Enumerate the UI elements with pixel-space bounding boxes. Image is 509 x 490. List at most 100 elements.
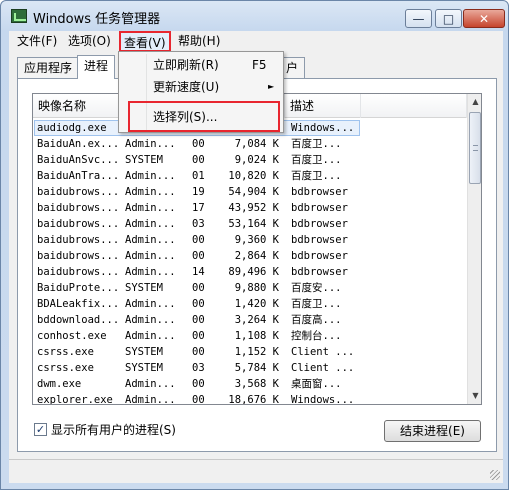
column-image-name[interactable]: 映像名称 xyxy=(33,94,120,118)
process-name: csrss.exe xyxy=(37,346,94,358)
process-cpu: 00 xyxy=(192,394,205,405)
process-cpu: 03 xyxy=(192,362,205,374)
process-name: BaiduAn.ex... xyxy=(37,138,120,150)
process-memory: 18,676 K xyxy=(228,394,279,405)
process-user: Admin... xyxy=(125,218,176,230)
process-name: audiodg.exe xyxy=(37,122,107,134)
menu-view[interactable]: 查看(V) xyxy=(119,31,171,52)
process-cpu: 00 xyxy=(192,250,205,262)
menu-help[interactable]: 帮助(H) xyxy=(174,33,224,50)
table-row[interactable]: explorer.exe Admin... 00 18,676 K Windows... xyxy=(33,392,467,405)
table-row[interactable]: baidubrows... Admin... 03 53,164 K bdbrowser xyxy=(33,216,467,232)
update-speed-label: 更新速度(U) xyxy=(153,80,220,94)
scroll-thumb[interactable] xyxy=(469,112,481,184)
tab-applications[interactable]: 应用程序 xyxy=(17,57,80,78)
table-row[interactable]: bddownload... Admin... 00 3,264 K 百度高... xyxy=(33,312,467,328)
process-cpu: 00 xyxy=(192,346,205,358)
process-user: Admin... xyxy=(125,170,176,182)
process-name: explorer.exe xyxy=(37,394,113,405)
menu-options[interactable]: 选项(O) xyxy=(64,33,115,50)
table-row[interactable]: BaiduAn.ex... Admin... 00 7,084 K 百度卫... xyxy=(33,136,467,152)
process-user: Admin... xyxy=(125,266,176,278)
process-name: baidubrows... xyxy=(37,266,120,278)
process-name: bddownload... xyxy=(37,314,120,326)
process-memory: 10,820 K xyxy=(228,170,279,182)
process-description: 百度卫... xyxy=(291,154,342,166)
table-row[interactable]: baidubrows... Admin... 00 2,864 K bdbrowser xyxy=(33,248,467,264)
show-all-users-checkbox[interactable]: ✓ 显示所有用户的进程(S) xyxy=(34,421,176,437)
maximize-button[interactable]: □ xyxy=(435,9,462,28)
process-user: SYSTEM xyxy=(125,282,163,294)
process-cpu: 00 xyxy=(192,378,205,390)
refresh-now-label: 立即刷新(R) xyxy=(153,58,219,72)
menu-item-select-columns[interactable]: 选择列(S)... xyxy=(121,106,281,128)
process-name: baidubrows... xyxy=(37,234,120,246)
process-description: bdbrowser xyxy=(291,266,348,278)
process-memory: 5,784 K xyxy=(234,362,279,374)
minimize-button[interactable]: — xyxy=(405,9,432,28)
end-process-button[interactable]: 结束进程(E) xyxy=(384,420,481,442)
process-cpu: 00 xyxy=(192,138,205,150)
table-row[interactable]: conhost.exe Admin... 00 1,108 K 控制台... xyxy=(33,328,467,344)
process-memory: 3,568 K xyxy=(234,378,279,390)
column-description[interactable]: 描述 xyxy=(285,94,361,118)
process-memory: 9,360 K xyxy=(234,234,279,246)
process-cpu: 00 xyxy=(192,282,205,294)
table-row[interactable]: BDALeakfix... Admin... 00 1,420 K 百度卫... xyxy=(33,296,467,312)
process-list[interactable]: 映像名称 描述 audiodg.exe Windows... BaiduAn.ex.… xyxy=(32,93,482,405)
table-row[interactable]: baidubrows... Admin... 14 89,496 K bdbrowser xyxy=(33,264,467,280)
menu-item-update-speed[interactable]: 更新速度(U) ► xyxy=(121,76,281,98)
process-user: Admin... xyxy=(125,186,176,198)
process-description: Client ... xyxy=(291,362,355,374)
process-memory: 53,164 K xyxy=(228,218,279,230)
process-user: SYSTEM xyxy=(125,154,163,166)
menu-item-refresh-now[interactable]: 立即刷新(R) F5 xyxy=(121,54,281,76)
process-user: Admin... xyxy=(125,202,176,214)
column-filler xyxy=(361,94,467,118)
process-user: Admin... xyxy=(125,394,176,405)
checkbox-check-icon[interactable]: ✓ xyxy=(34,422,47,436)
maximize-icon: □ xyxy=(442,11,455,26)
table-row[interactable]: BaiduAnSvc... SYSTEM 00 9,024 K 百度卫... xyxy=(33,152,467,168)
table-row[interactable]: baidubrows... Admin... 19 54,904 K bdbrowser xyxy=(33,184,467,200)
process-description: 控制台... xyxy=(291,330,342,342)
table-row[interactable]: BaiduAnTra... Admin... 01 10,820 K 百度卫... xyxy=(33,168,467,184)
close-button[interactable]: ✕ xyxy=(463,9,505,28)
show-all-users-label: 显示所有用户的进程(S) xyxy=(51,422,176,437)
process-description: 桌面窗... xyxy=(291,378,342,390)
menu-file[interactable]: 文件(F) xyxy=(13,33,61,50)
process-memory: 3,264 K xyxy=(234,314,279,326)
table-row[interactable]: baidubrows... Admin... 00 9,360 K bdbrowser xyxy=(33,232,467,248)
process-cpu: 00 xyxy=(192,234,205,246)
process-name: BaiduAnTra... xyxy=(37,170,120,182)
resize-grip-icon[interactable] xyxy=(490,470,500,480)
scroll-down-icon[interactable]: ▼ xyxy=(468,388,481,404)
vertical-scrollbar[interactable]: ▲ ▼ xyxy=(467,94,481,404)
grip-icon xyxy=(473,145,478,151)
process-memory: 7,084 K xyxy=(234,138,279,150)
table-row[interactable]: BaiduProte... SYSTEM 00 9,880 K 百度安... xyxy=(33,280,467,296)
process-cpu: 14 xyxy=(192,266,205,278)
status-bar xyxy=(9,459,503,483)
table-row[interactable]: csrss.exe SYSTEM 03 5,784 K Client ... xyxy=(33,360,467,376)
process-name: baidubrows... xyxy=(37,218,120,230)
scroll-up-icon[interactable]: ▲ xyxy=(468,94,481,110)
process-cpu: 17 xyxy=(192,202,205,214)
process-description: 百度卫... xyxy=(291,170,342,182)
process-name: BaiduProte... xyxy=(37,282,120,294)
tab-processes[interactable]: 进程 xyxy=(77,55,116,79)
table-row[interactable]: csrss.exe SYSTEM 00 1,152 K Client ... xyxy=(33,344,467,360)
process-memory: 89,496 K xyxy=(228,266,279,278)
process-description: 百度安... xyxy=(291,282,342,294)
table-row[interactable]: baidubrows... Admin... 17 43,952 K bdbrowser xyxy=(33,200,467,216)
process-name: BaiduAnSvc... xyxy=(37,154,120,166)
process-name: baidubrows... xyxy=(37,186,120,198)
process-cpu: 19 xyxy=(192,186,205,198)
process-description: bdbrowser xyxy=(291,218,348,230)
process-name: BDALeakfix... xyxy=(37,298,120,310)
title-bar[interactable]: Windows 任务管理器 — □ ✕ xyxy=(1,1,508,31)
table-row[interactable]: dwm.exe Admin... 00 3,568 K 桌面窗... xyxy=(33,376,467,392)
view-dropdown-menu: 立即刷新(R) F5 更新速度(U) ► 选择列(S)... xyxy=(118,51,284,133)
refresh-shortcut: F5 xyxy=(252,58,267,72)
process-description: bdbrowser xyxy=(291,234,348,246)
